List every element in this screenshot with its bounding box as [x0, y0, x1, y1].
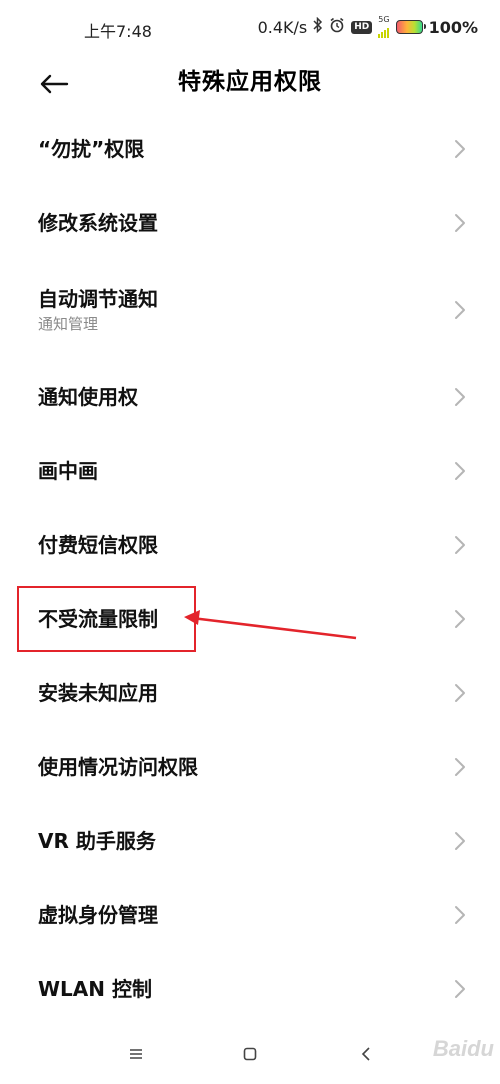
list-item-label: 修改系统设置: [38, 211, 158, 235]
list-item-modify-system-settings[interactable]: 修改系统设置: [0, 186, 500, 260]
list-item-label: 画中画: [38, 459, 98, 483]
alarm-icon: [329, 17, 345, 37]
watermark: Baidu: [432, 1036, 494, 1061]
status-time: 上午7:48: [84, 22, 152, 41]
signal-icon: [378, 24, 390, 38]
list-item-sublabel: 通知管理: [38, 315, 99, 333]
list-item-label: WLAN 控制: [38, 977, 152, 1001]
list-item-label: 使用情况访问权限: [38, 755, 198, 779]
net-speed: 0.4K/s: [257, 17, 308, 37]
list-item-label: “勿扰”权限: [38, 137, 145, 161]
chevron-right-icon: [455, 140, 465, 158]
annotation-arrow-icon: [184, 610, 357, 640]
list-item-label: 自动调节通知: [38, 287, 158, 311]
list-item-notification-access[interactable]: 通知使用权: [0, 360, 500, 434]
net-type-label: 5G: [378, 15, 390, 24]
menu-button[interactable]: [122, 1042, 150, 1066]
list-item-label: 安装未知应用: [38, 681, 158, 705]
list-item-wlan-control[interactable]: WLAN 控制: [0, 952, 500, 1026]
chevron-right-icon: [455, 388, 465, 406]
chevron-right-icon: [455, 980, 465, 998]
chevron-right-icon: [455, 906, 465, 924]
hd-icon: HD: [351, 20, 373, 34]
list-item-premium-sms[interactable]: 付费短信权限: [0, 508, 500, 582]
home-icon: [243, 1047, 257, 1061]
list-item-adaptive-notifications[interactable]: 自动调节通知 通知管理: [0, 260, 500, 360]
chevron-right-icon: [455, 301, 465, 319]
bluetooth-icon: [313, 16, 323, 37]
chevron-right-icon: [455, 536, 465, 554]
list-item-picture-in-picture[interactable]: 画中画: [0, 434, 500, 508]
chevron-right-icon: [455, 684, 465, 702]
status-icons: 0.4K/s HD 5G 100%: [258, 16, 478, 38]
list-item-label: 付费短信权限: [38, 533, 158, 557]
list-item-virtual-identity[interactable]: 虚拟身份管理: [0, 878, 500, 952]
list-item-vr-helper[interactable]: VR 助手服务: [0, 804, 500, 878]
nav-bar: Baidu: [0, 1024, 500, 1084]
chevron-right-icon: [455, 832, 465, 850]
chevron-right-icon: [455, 610, 465, 628]
list-item-label: 虚拟身份管理: [38, 903, 158, 927]
list-item-label: VR 助手服务: [38, 829, 156, 853]
chevron-right-icon: [455, 214, 465, 232]
battery-icon: [395, 20, 426, 34]
chevron-right-icon: [455, 758, 465, 776]
menu-icon: [130, 1049, 142, 1059]
settings-list: “勿扰”权限 修改系统设置 自动调节通知 通知管理 通知使用权 画中画 付费短信…: [0, 112, 500, 1026]
home-button[interactable]: [236, 1042, 264, 1066]
status-bar: 上午7:48 0.4K/s HD 5G 100%: [0, 0, 500, 56]
list-item-install-unknown-apps[interactable]: 安装未知应用: [0, 656, 500, 730]
nav-back-button[interactable]: [352, 1042, 380, 1066]
battery-percent: 100%: [428, 17, 478, 37]
back-icon: [361, 1047, 370, 1061]
list-item-label: 通知使用权: [38, 385, 138, 409]
list-item-usage-access[interactable]: 使用情况访问权限: [0, 730, 500, 804]
page-title: 特殊应用权限: [178, 69, 322, 95]
net-type: 5G: [378, 15, 390, 38]
chevron-right-icon: [455, 462, 465, 480]
header: 特殊应用权限: [0, 56, 500, 114]
list-item-dnd-permission[interactable]: “勿扰”权限: [0, 112, 500, 186]
